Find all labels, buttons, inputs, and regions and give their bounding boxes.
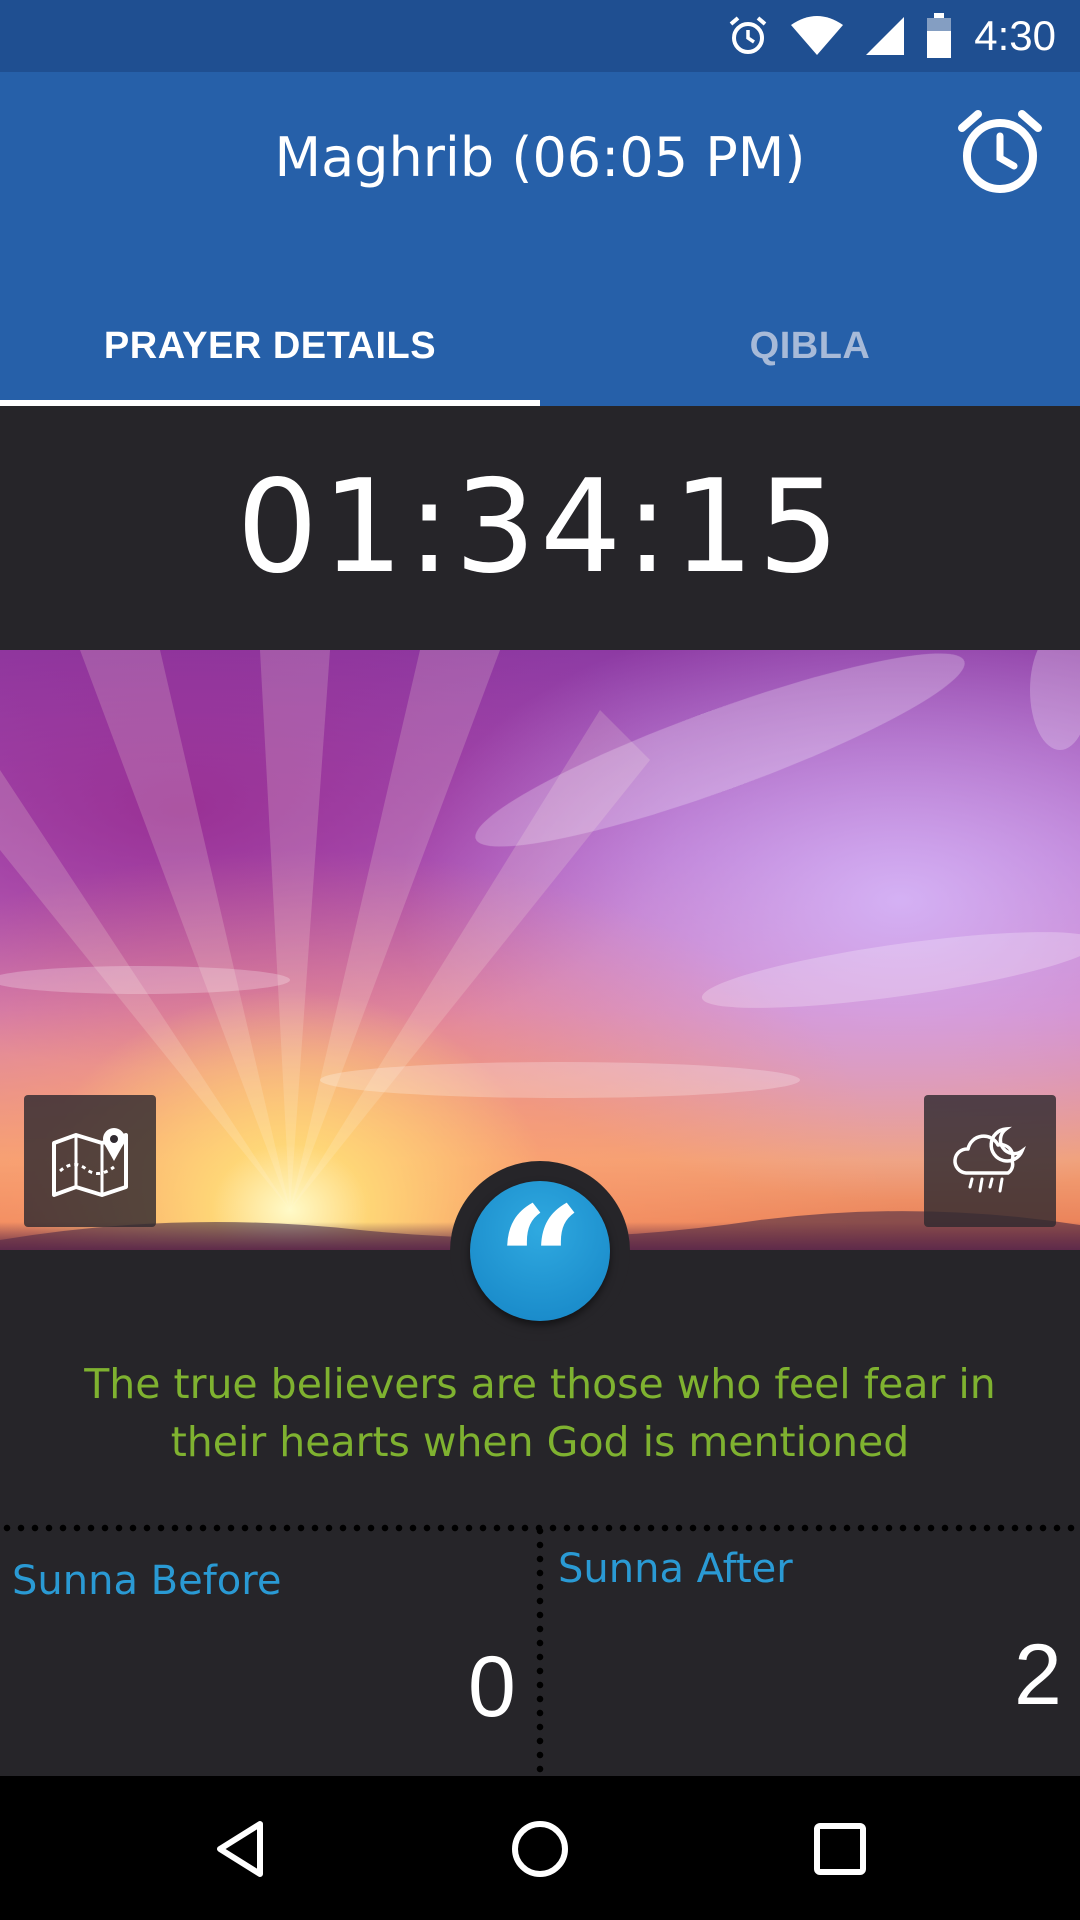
status-icons: 4:30 (706, 0, 1056, 72)
alarm-icon (729, 16, 767, 54)
sunset-image (0, 650, 1080, 1250)
sunna-section: Sunna Before 0 Sunna After 2 (0, 1520, 1080, 1776)
app-bar: Maghrib (06:05 PM) PRAYER DETAILS QIBLA (0, 72, 1080, 406)
wifi-icon (791, 16, 844, 55)
signal-icon (866, 17, 905, 55)
recents-button[interactable] (805, 1814, 875, 1884)
quote-icon: “ (496, 1174, 584, 1350)
back-button[interactable] (206, 1814, 276, 1884)
sun-rays (0, 650, 1080, 1250)
page-title: Maghrib (06:05 PM) (274, 126, 806, 189)
recents-icon (814, 1823, 866, 1875)
weather-button[interactable] (924, 1095, 1056, 1227)
map-pin-icon (52, 1128, 128, 1197)
status-time: 4:30 (974, 12, 1056, 59)
battery-icon (927, 13, 952, 58)
sunna-before-value: 0 (468, 1639, 516, 1735)
tab-qibla[interactable]: QIBLA (540, 294, 1080, 406)
home-button[interactable] (505, 1814, 575, 1884)
alarm-button[interactable] (954, 106, 1046, 198)
countdown-timer: 01:34:15 (0, 406, 1080, 650)
map-button[interactable] (24, 1095, 156, 1227)
home-icon (512, 1821, 568, 1877)
quote-button[interactable]: “ (470, 1181, 610, 1337)
quote-text: The true believers are those who feel fe… (84, 1360, 996, 1466)
status-bar: 4:30 (0, 0, 1080, 72)
navigation-bar (0, 1776, 1080, 1920)
sunna-after-label: Sunna After (558, 1546, 793, 1592)
sunna-before-label: Sunna Before (12, 1558, 282, 1604)
back-icon (217, 1821, 263, 1877)
sunna-after-value: 2 (1014, 1627, 1062, 1723)
dotted-divider-vertical (536, 1524, 544, 1776)
tab-prayer-details[interactable]: PRAYER DETAILS (0, 294, 540, 406)
alarm-clock-icon (958, 110, 1042, 193)
weather-rain-moon-icon (953, 1126, 1026, 1193)
